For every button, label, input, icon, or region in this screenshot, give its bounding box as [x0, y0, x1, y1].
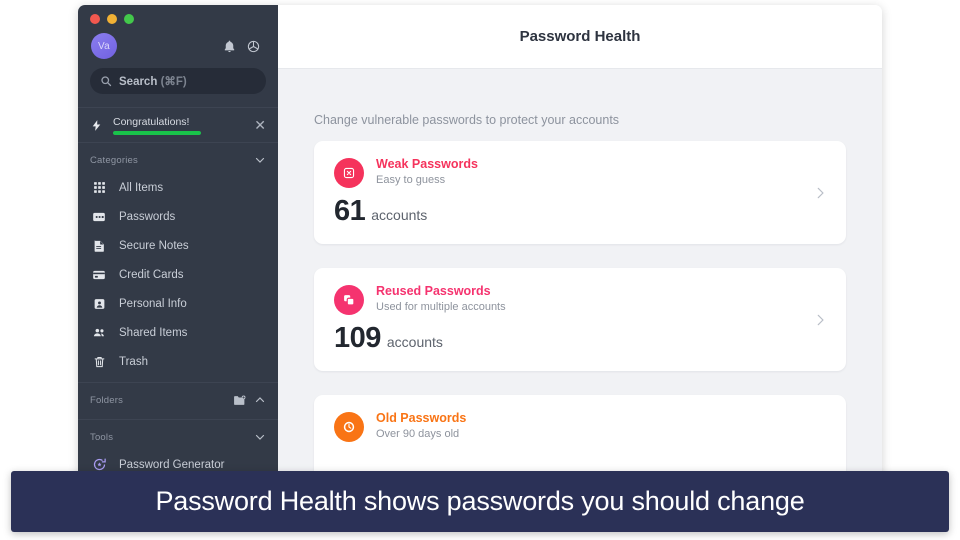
card-count: 61 accounts — [334, 195, 826, 228]
sidebar-item-personal-info[interactable]: Personal Info — [78, 289, 278, 318]
app-window: Va Search (⌘F) Congratulations! ✕ Catego… — [78, 5, 882, 521]
sidebar-item-secure-notes[interactable]: Secure Notes — [78, 231, 278, 260]
card-text: Weak Passwords Easy to guess — [376, 157, 478, 187]
categories-nav-list: All Items Passwords Secure Notes Credit … — [78, 173, 278, 376]
chevron-right-icon[interactable] — [813, 311, 827, 329]
categories-section-header[interactable]: Categories — [78, 147, 278, 173]
sidebar-item-label: Personal Info — [119, 297, 187, 310]
tools-label: Tools — [90, 431, 114, 443]
notifications-bell-icon[interactable] — [218, 35, 240, 57]
weak-passwords-card[interactable]: Weak Passwords Easy to guess 61 accounts — [314, 141, 846, 244]
search-placeholder: Search (⌘F) — [119, 74, 187, 88]
key-card-icon — [90, 210, 108, 224]
page-subtitle: Change vulnerable passwords to protect y… — [314, 113, 620, 127]
search-shortcut: (⌘F) — [160, 76, 187, 88]
congratulations-title: Congratulations! — [113, 115, 190, 128]
card-count-unit: accounts — [386, 334, 443, 350]
chevron-right-icon[interactable] — [813, 184, 827, 202]
main-panel: Password Health Change vulnerable passwo… — [278, 5, 882, 521]
main-header: Password Health — [278, 5, 882, 69]
person-badge-icon — [90, 297, 108, 311]
sidebar-item-passwords[interactable]: Passwords — [78, 202, 278, 231]
sidebar-item-trash[interactable]: Trash — [78, 347, 278, 376]
congratulations-body: Congratulations! — [113, 116, 252, 135]
card-heading: Old Passwords — [376, 411, 467, 425]
card-top: Reused Passwords Used for multiple accou… — [334, 284, 826, 315]
password-generator-icon — [90, 457, 108, 472]
card-count-number: 61 — [334, 195, 366, 227]
card-count-unit: accounts — [371, 207, 428, 223]
search-label: Search — [119, 76, 158, 88]
reused-passwords-card[interactable]: Reused Passwords Used for multiple accou… — [314, 268, 846, 371]
sidebar-item-all-items[interactable]: All Items — [78, 173, 278, 202]
search-icon — [100, 75, 112, 87]
screenshot-root: Va Search (⌘F) Congratulations! ✕ Catego… — [0, 0, 960, 540]
clock-icon — [334, 412, 364, 442]
chevron-down-icon[interactable] — [254, 154, 266, 166]
sidebar-item-label: All Items — [119, 181, 164, 194]
window-traffic-lights — [78, 5, 278, 24]
settings-gear-icon[interactable] — [242, 35, 264, 57]
congratulations-banner: Congratulations! ✕ — [78, 107, 278, 143]
card-subtext: Over 90 days old — [376, 427, 460, 440]
sidebar-item-shared-items[interactable]: Shared Items — [78, 318, 278, 347]
card-count-number: 109 — [334, 322, 381, 354]
avatar[interactable]: Va — [91, 33, 117, 59]
credit-card-icon — [90, 268, 108, 282]
folders-actions — [232, 394, 266, 407]
divider — [78, 382, 278, 383]
sidebar-item-label: Credit Cards — [119, 268, 184, 281]
search-input[interactable]: Search (⌘F) — [90, 68, 266, 94]
account-row: Va — [78, 23, 278, 63]
note-icon — [90, 239, 108, 253]
card-text: Old Passwords Over 90 days old — [376, 411, 467, 441]
card-text: Reused Passwords Used for multiple accou… — [376, 284, 506, 314]
chevron-down-icon[interactable] — [254, 431, 266, 443]
x-square-icon — [334, 158, 364, 188]
card-top: Old Passwords Over 90 days old — [334, 411, 826, 442]
card-subtext: Used for multiple accounts — [376, 300, 506, 313]
folders-label: Folders — [90, 394, 124, 406]
lightning-bolt-icon — [90, 117, 103, 134]
sidebar-item-label: Secure Notes — [119, 239, 189, 252]
grid-icon — [90, 181, 108, 194]
card-subtext: Easy to guess — [376, 173, 446, 186]
sidebar-item-label: Password Generator — [119, 458, 225, 471]
card-count: 109 accounts — [334, 322, 826, 355]
sidebar: Va Search (⌘F) Congratulations! ✕ Catego… — [78, 5, 278, 521]
main-body: Change vulnerable passwords to protect y… — [278, 69, 882, 521]
sidebar-item-label: Passwords — [119, 210, 176, 223]
card-heading: Reused Passwords — [376, 284, 491, 298]
sidebar-item-label: Trash — [119, 355, 148, 368]
categories-label: Categories — [90, 154, 138, 166]
divider — [78, 419, 278, 420]
copy-squares-icon — [334, 285, 364, 315]
page-title: Password Health — [519, 28, 641, 45]
caption-banner: Password Health shows passwords you shou… — [11, 471, 949, 532]
card-heading: Weak Passwords — [376, 157, 478, 171]
sidebar-item-credit-cards[interactable]: Credit Cards — [78, 260, 278, 289]
folders-section-header[interactable]: Folders — [78, 387, 278, 413]
search-wrap: Search (⌘F) — [78, 63, 278, 94]
tools-section-header[interactable]: Tools — [78, 424, 278, 450]
sidebar-item-label: Shared Items — [119, 326, 188, 339]
card-top: Weak Passwords Easy to guess — [334, 157, 826, 188]
new-folder-icon[interactable] — [232, 394, 247, 407]
trash-icon — [90, 355, 108, 369]
close-banner-button[interactable]: ✕ — [252, 118, 268, 132]
chevron-up-icon[interactable] — [254, 394, 266, 406]
people-icon — [90, 326, 108, 339]
caption-text: Password Health shows passwords you shou… — [155, 486, 805, 516]
security-progress-bar — [113, 130, 201, 135]
security-progress-fill — [113, 130, 201, 135]
